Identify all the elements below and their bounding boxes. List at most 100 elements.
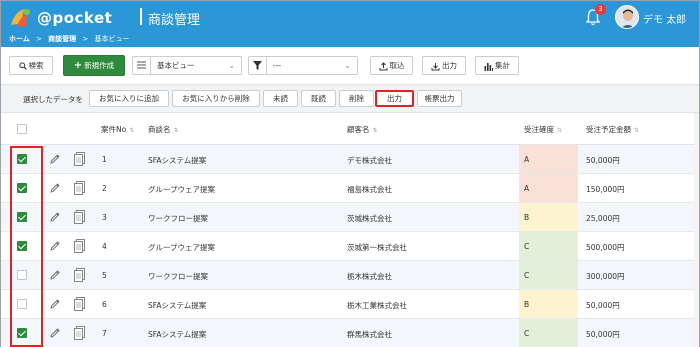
pencil-icon[interactable] xyxy=(49,240,61,252)
title-divider xyxy=(140,8,142,25)
report-export-button[interactable]: 帳票出力 xyxy=(417,90,462,107)
filter-icon xyxy=(249,57,267,74)
pencil-icon[interactable] xyxy=(49,298,61,310)
remove-favorite-button[interactable]: お気に入りから削除 xyxy=(172,90,260,107)
avatar[interactable] xyxy=(615,5,639,29)
list-icon xyxy=(133,57,151,74)
view-select-value: 基本ビュー xyxy=(157,61,195,70)
select-all-checkbox[interactable] xyxy=(17,124,27,134)
breadcrumb: ホーム > 商談管理 > 基本ビュー xyxy=(1,33,699,47)
document-icon[interactable] xyxy=(74,326,85,340)
customer-name[interactable]: デモ株式会社 xyxy=(347,155,392,166)
breadcrumb-separator: > xyxy=(36,35,42,43)
scrollbar[interactable] xyxy=(694,113,699,347)
add-favorite-button[interactable]: お気に入りに追加 xyxy=(89,90,169,107)
expected-amount: 25,000円 xyxy=(586,214,620,223)
notification-badge: 3 xyxy=(595,4,606,15)
customer-name[interactable]: 福島株式会社 xyxy=(347,184,392,195)
deal-name[interactable]: ワークフロー提案 xyxy=(148,271,208,282)
column-header-no[interactable]: 案件No ⇅ xyxy=(101,124,134,135)
sort-icon: ⇅ xyxy=(173,127,179,134)
toolbar: 検索 + 新規作成 基本ビュー ⌄ --- ⌄ 取込 出力 集計 xyxy=(1,47,699,84)
table-row[interactable]: 7 SFAシステム提案 群馬株式会社 C 50,000円 xyxy=(1,319,699,347)
expected-amount: 300,000円 xyxy=(586,272,625,281)
import-button[interactable]: 取込 xyxy=(370,56,413,75)
pencil-icon[interactable] xyxy=(49,153,61,165)
order-rank: B xyxy=(524,213,530,222)
pencil-icon[interactable] xyxy=(49,269,61,281)
customer-name[interactable]: 栃木株式会社 xyxy=(347,271,392,282)
breadcrumb-separator: > xyxy=(82,35,89,43)
bulk-action-label: 選択したデータを xyxy=(23,95,83,104)
table-header: 案件No ⇅ 商談名 ⇅ 顧客名 ⇅ 受注確度 ⇅ 受注予定金額 ⇅ xyxy=(1,113,699,145)
sort-icon: ⇅ xyxy=(557,127,563,134)
order-rank: C xyxy=(524,329,530,338)
order-rank: C xyxy=(524,242,530,251)
table-row[interactable]: 4 グループウェア提案 茨城第一株式会社 C 500,000円 xyxy=(1,232,699,261)
expected-amount: 50,000円 xyxy=(586,301,620,310)
checkbox-highlight-frame xyxy=(10,146,43,347)
user-name[interactable]: デモ 太郎 xyxy=(643,11,686,26)
pencil-icon[interactable] xyxy=(49,182,61,194)
column-header-label: 案件No xyxy=(101,125,127,134)
new-record-button[interactable]: + 新規作成 xyxy=(63,55,125,76)
deal-name[interactable]: SFAシステム提案 xyxy=(148,300,206,311)
deal-name[interactable]: SFAシステム提案 xyxy=(148,155,206,166)
table-row[interactable]: 1 SFAシステム提案 デモ株式会社 A 50,000円 xyxy=(1,145,699,174)
expected-amount: 50,000円 xyxy=(586,330,620,339)
customer-name[interactable]: 栃木工業株式会社 xyxy=(347,300,407,311)
upload-icon xyxy=(379,61,387,70)
table-row[interactable]: 5 ワークフロー提案 栃木株式会社 C 300,000円 xyxy=(1,261,699,290)
expected-amount: 150,000円 xyxy=(586,185,625,194)
table-row[interactable]: 3 ワークフロー提案 茨城株式会社 B 25,000円 xyxy=(1,203,699,232)
column-header-name[interactable]: 商談名 ⇅ xyxy=(148,124,179,135)
document-icon[interactable] xyxy=(74,152,85,166)
breadcrumb-sales[interactable]: 商談管理 xyxy=(48,35,76,43)
breadcrumb-current: 基本ビュー xyxy=(94,35,130,43)
deal-no: 2 xyxy=(102,184,107,193)
view-select[interactable]: 基本ビュー ⌄ xyxy=(132,56,242,75)
document-icon[interactable] xyxy=(74,181,85,195)
bar-chart-icon xyxy=(484,62,493,71)
customer-name[interactable]: 群馬株式会社 xyxy=(347,329,392,340)
column-header-customer[interactable]: 顧客名 ⇅ xyxy=(347,124,378,135)
deal-name[interactable]: グループウェア提案 xyxy=(148,184,215,195)
brand-name[interactable]: @pocket xyxy=(37,9,112,27)
search-button[interactable]: 検索 xyxy=(9,56,53,75)
document-icon[interactable] xyxy=(74,210,85,224)
order-rank: C xyxy=(524,271,530,280)
pocket-logo-icon[interactable] xyxy=(7,5,35,29)
document-icon[interactable] xyxy=(74,268,85,282)
download-icon xyxy=(431,62,440,70)
table-row[interactable]: 2 グループウェア提案 福島株式会社 A 150,000円 xyxy=(1,174,699,203)
breadcrumb-home[interactable]: ホーム xyxy=(9,35,30,43)
customer-name[interactable]: 茨城株式会社 xyxy=(347,213,392,224)
customer-name[interactable]: 茨城第一株式会社 xyxy=(347,242,407,253)
deal-name[interactable]: SFAシステム提案 xyxy=(148,329,206,340)
deal-name[interactable]: ワークフロー提案 xyxy=(148,213,208,224)
aggregate-button-label: 集計 xyxy=(495,61,510,70)
column-header-amount[interactable]: 受注予定金額 ⇅ xyxy=(586,124,639,135)
mark-unread-button[interactable]: 未読 xyxy=(263,90,298,107)
chevron-down-icon: ⌄ xyxy=(344,61,351,70)
page-title: 商談管理 xyxy=(148,13,201,28)
aggregate-button[interactable]: 集計 xyxy=(475,56,519,75)
column-header-rank[interactable]: 受注確度 ⇅ xyxy=(524,124,562,135)
column-header-label: 受注予定金額 xyxy=(586,125,631,134)
sort-icon: ⇅ xyxy=(372,127,378,134)
pencil-icon[interactable] xyxy=(49,327,61,339)
deal-no: 5 xyxy=(102,271,107,280)
document-icon[interactable] xyxy=(74,297,85,311)
deal-no: 3 xyxy=(102,213,107,222)
mark-read-button[interactable]: 既読 xyxy=(301,90,336,107)
pencil-icon[interactable] xyxy=(49,211,61,223)
delete-button[interactable]: 削除 xyxy=(339,90,374,107)
export-button[interactable]: 出力 xyxy=(422,56,466,75)
document-icon[interactable] xyxy=(74,239,85,253)
filter-select[interactable]: --- ⌄ xyxy=(248,56,358,75)
deal-name[interactable]: グループウェア提案 xyxy=(148,242,215,253)
table-row[interactable]: 6 SFAシステム提案 栃木工業株式会社 B 50,000円 xyxy=(1,290,699,319)
deal-no: 6 xyxy=(102,300,107,309)
bulk-export-button[interactable]: 出力 xyxy=(375,90,414,107)
sort-icon: ⇅ xyxy=(129,127,135,134)
